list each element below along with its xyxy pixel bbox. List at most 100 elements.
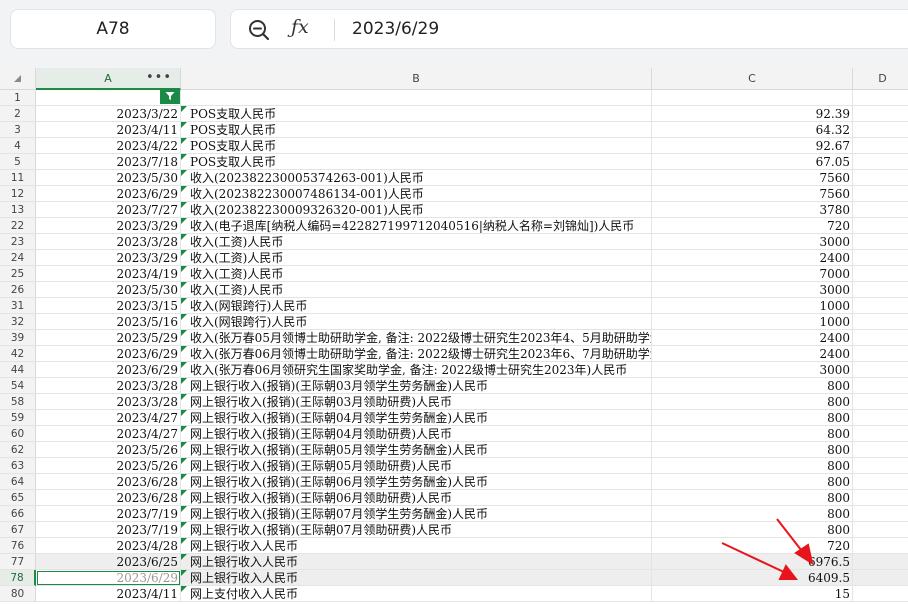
row-header[interactable]: 25 xyxy=(0,266,36,282)
row-header[interactable]: 5 xyxy=(0,154,36,170)
row-header[interactable]: 66 xyxy=(0,506,36,522)
cell-empty[interactable] xyxy=(853,490,908,506)
cell-description[interactable]: 网上银行收入人民币 xyxy=(181,570,652,586)
row-header[interactable]: 54 xyxy=(0,378,36,394)
cell-empty[interactable] xyxy=(853,154,908,170)
formula-value[interactable]: 2023/6/29 xyxy=(352,19,439,39)
cell-description[interactable]: 收入(工资)人民币 xyxy=(181,266,652,282)
cell-empty[interactable] xyxy=(853,362,908,378)
cell-date[interactable]: 2023/7/18 xyxy=(36,154,181,170)
cell-date[interactable]: 2023/3/28 xyxy=(36,378,181,394)
cell-description[interactable]: 收入(202382230009326320-001)人民币 xyxy=(181,202,652,218)
select-all-corner[interactable] xyxy=(0,68,36,90)
cell-empty[interactable] xyxy=(853,250,908,266)
cell-amount[interactable]: 67.05 xyxy=(652,154,853,170)
cell-date[interactable]: 2023/5/26 xyxy=(36,458,181,474)
cell-empty[interactable] xyxy=(853,90,908,106)
cell-date[interactable]: 2023/6/29 xyxy=(36,186,181,202)
row-header[interactable]: 80 xyxy=(0,586,36,602)
cell-description[interactable]: 网上银行收入(报销)(王际朝04月领助研费)人民币 xyxy=(181,426,652,442)
cell-empty[interactable] xyxy=(853,202,908,218)
cell-empty[interactable] xyxy=(853,538,908,554)
cell-empty[interactable] xyxy=(853,330,908,346)
cell-date[interactable]: 2023/7/19 xyxy=(36,506,181,522)
row-header[interactable]: 63 xyxy=(0,458,36,474)
cell-amount[interactable]: 2400 xyxy=(652,250,853,266)
cell-description[interactable]: 收入(工资)人民币 xyxy=(181,234,652,250)
cell-description[interactable]: 网上银行收入人民币 xyxy=(181,554,652,570)
cell-amount[interactable]: 800 xyxy=(652,458,853,474)
fx-icon[interactable]: ƒx xyxy=(291,16,309,38)
cell-empty[interactable] xyxy=(853,442,908,458)
cell-empty[interactable] xyxy=(853,314,908,330)
cell-empty[interactable] xyxy=(853,570,908,586)
cell-amount[interactable]: 7560 xyxy=(652,170,853,186)
cell-date[interactable]: 2023/3/22 xyxy=(36,106,181,122)
formula-bar[interactable]: ƒx 2023/6/29 xyxy=(230,9,908,49)
cell-date[interactable]: 2023/5/26 xyxy=(36,442,181,458)
cell-date[interactable]: 2023/5/30 xyxy=(36,282,181,298)
cell-date[interactable]: 2023/4/22 xyxy=(36,138,181,154)
cell-date[interactable]: 2023/6/28 xyxy=(36,474,181,490)
cell-empty[interactable] xyxy=(853,474,908,490)
cell-amount[interactable]: 1000 xyxy=(652,298,853,314)
cell-empty[interactable] xyxy=(853,218,908,234)
cell-amount[interactable]: 3000 xyxy=(652,234,853,250)
cell-amount[interactable]: 7000 xyxy=(652,266,853,282)
cell-amount[interactable]: 800 xyxy=(652,410,853,426)
row-header[interactable]: 4 xyxy=(0,138,36,154)
cell-description[interactable]: 收入(电子退库[纳税人编码=422827199712040516|纳税人名称=刘… xyxy=(181,218,652,234)
column-header-d[interactable]: D xyxy=(853,68,908,90)
cell-amount[interactable]: 6976.5 xyxy=(652,554,853,570)
cell-amount[interactable]: 800 xyxy=(652,474,853,490)
spreadsheet-grid[interactable]: A ••• B C D 1 2 2023/3/22 POS支取人民币 92.39 3 202… xyxy=(0,68,908,604)
cell-description[interactable]: POS支取人民币 xyxy=(181,154,652,170)
cell-date[interactable]: 2023/7/27 xyxy=(36,202,181,218)
cell-empty[interactable] xyxy=(853,266,908,282)
cell-amount[interactable]: 800 xyxy=(652,442,853,458)
cell-description[interactable]: 网上银行收入(报销)(王际朝07月领学生劳务酬金)人民币 xyxy=(181,506,652,522)
column-header-a[interactable]: A ••• xyxy=(36,68,181,90)
cell-date[interactable]: 2023/3/29 xyxy=(36,250,181,266)
cell-empty[interactable] xyxy=(853,122,908,138)
cell-amount[interactable]: 2400 xyxy=(652,346,853,362)
cell-amount[interactable]: 800 xyxy=(652,506,853,522)
row-header[interactable]: 31 xyxy=(0,298,36,314)
row-header[interactable]: 1 xyxy=(0,90,36,106)
cell-date[interactable]: 2023/4/27 xyxy=(36,410,181,426)
cell-description[interactable]: 网上银行收入人民币 xyxy=(181,538,652,554)
row-header[interactable]: 26 xyxy=(0,282,36,298)
cell-empty[interactable] xyxy=(853,394,908,410)
cell-amount[interactable]: 2400 xyxy=(652,330,853,346)
cell-date[interactable]: 2023/3/15 xyxy=(36,298,181,314)
cell-description[interactable]: 收入(张万春06月领研究生国家奖助学金, 备注: 2022级博士研究生2023年… xyxy=(181,362,652,378)
cell-description[interactable]: 网上银行收入(报销)(王际朝06月领学生劳务酬金)人民币 xyxy=(181,474,652,490)
cell-amount[interactable]: 92.39 xyxy=(652,106,853,122)
row-header[interactable]: 60 xyxy=(0,426,36,442)
cell-amount[interactable]: 720 xyxy=(652,538,853,554)
row-header[interactable]: 22 xyxy=(0,218,36,234)
column-header-b[interactable]: B xyxy=(181,68,652,90)
row-header[interactable]: 78 xyxy=(0,570,36,586)
cell-date[interactable]: 2023/4/28 xyxy=(36,538,181,554)
cell-empty[interactable] xyxy=(853,522,908,538)
cell-amount[interactable]: 800 xyxy=(652,522,853,538)
cell-empty[interactable] xyxy=(853,106,908,122)
cell-description[interactable] xyxy=(181,90,652,106)
cell-amount[interactable]: 800 xyxy=(652,394,853,410)
cell-description[interactable]: 收入(工资)人民币 xyxy=(181,250,652,266)
cell-date[interactable]: 2023/6/29 xyxy=(36,346,181,362)
cell-date[interactable]: 2023/4/27 xyxy=(36,426,181,442)
cell-description[interactable]: POS支取人民币 xyxy=(181,122,652,138)
cell-description[interactable]: 网上银行收入(报销)(王际朝05月领助研费)人民币 xyxy=(181,458,652,474)
row-header[interactable]: 23 xyxy=(0,234,36,250)
cell-date[interactable]: 2023/5/16 xyxy=(36,314,181,330)
cell-description[interactable]: 收入(202382230007486134-001)人民币 xyxy=(181,186,652,202)
row-header[interactable]: 64 xyxy=(0,474,36,490)
cell-date[interactable]: 2023/4/11 xyxy=(36,586,181,602)
cell-amount[interactable]: 800 xyxy=(652,378,853,394)
filter-button[interactable] xyxy=(160,88,180,104)
cell-empty[interactable] xyxy=(853,186,908,202)
cell-empty[interactable] xyxy=(853,378,908,394)
cell-empty[interactable] xyxy=(853,298,908,314)
